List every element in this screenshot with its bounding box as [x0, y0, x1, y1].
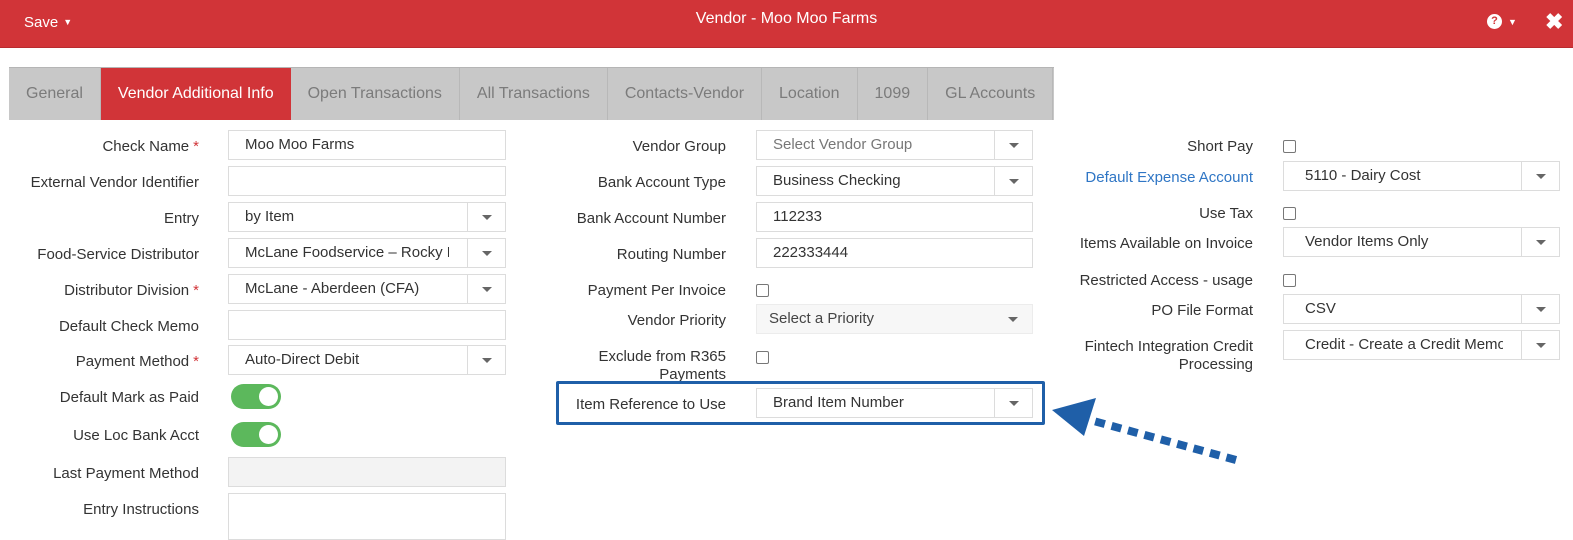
last-payment-method-input [228, 457, 506, 487]
chevron-down-icon [467, 346, 505, 374]
use-tax-label: Use Tax [1199, 205, 1253, 222]
tab-open-transactions[interactable]: Open Transactions [291, 68, 460, 120]
default-expense-account-link[interactable]: Default Expense Account [1060, 169, 1253, 187]
help-button[interactable]: ? ▼ [1487, 13, 1517, 31]
restricted-access-checkbox[interactable] [1283, 274, 1296, 287]
chevron-down-icon [994, 167, 1032, 195]
entry-select[interactable]: by Item [228, 202, 506, 232]
bank-account-type-value: Business Checking [773, 172, 901, 189]
entry-instructions-label: Entry Instructions [83, 501, 199, 518]
default-check-memo-label: Default Check Memo [58, 318, 199, 335]
fintech-integration-select[interactable]: Credit - Create a Credit Memo [1283, 330, 1560, 360]
po-file-format-value: CSV [1305, 300, 1336, 317]
food-service-distributor-select[interactable]: McLane Foodservice – Rocky Mountain [228, 238, 506, 268]
external-vendor-identifier-label: External Vendor Identifier [30, 174, 199, 191]
food-service-distributor-label: Food-Service Distributor [37, 246, 199, 263]
chevron-down-icon [1521, 295, 1559, 323]
vendor-priority-placeholder: Select a Priority [769, 310, 875, 327]
items-available-on-invoice-label: Items Available on Invoice [1079, 235, 1253, 252]
entry-instructions-textarea[interactable] [228, 493, 506, 540]
chevron-down-icon [467, 275, 505, 303]
routing-number-input[interactable]: 222333444 [756, 238, 1033, 268]
routing-number-label: Routing Number [616, 246, 726, 263]
po-file-format-label: PO File Format [1151, 302, 1253, 319]
last-payment-method-label: Last Payment Method [53, 465, 199, 482]
items-available-on-invoice-select[interactable]: Vendor Items Only [1283, 227, 1560, 257]
tab-location[interactable]: Location [762, 68, 858, 120]
fintech-integration-value: Credit - Create a Credit Memo [1305, 336, 1503, 353]
chevron-down-icon [1521, 228, 1559, 256]
tab-1099[interactable]: 1099 [858, 68, 929, 120]
tab-bar: General Vendor Additional Info Open Tran… [9, 67, 1054, 120]
short-pay-checkbox[interactable] [1283, 140, 1296, 153]
fintech-integration-label: Fintech Integration Credit Processing [1084, 338, 1253, 373]
tab-all-transactions[interactable]: All Transactions [460, 68, 608, 120]
entry-label: Entry [163, 210, 199, 227]
default-mark-as-paid-label: Default Mark as Paid [59, 389, 199, 406]
payment-per-invoice-label: Payment Per Invoice [587, 282, 726, 299]
exclude-from-r365-checkbox[interactable] [756, 351, 769, 364]
vendor-group-select[interactable]: Select Vendor Group [756, 130, 1033, 160]
chevron-down-icon [1521, 162, 1559, 190]
distributor-division-label: Distributor Division * [64, 282, 199, 299]
chevron-down-icon [1521, 331, 1559, 359]
chevron-down-icon [467, 203, 505, 231]
close-icon[interactable]: ✖ [1545, 9, 1563, 35]
tab-gl-accounts[interactable]: GL Accounts [928, 68, 1054, 120]
payment-method-label: Payment Method * [75, 353, 199, 370]
use-tax-checkbox[interactable] [1283, 207, 1296, 220]
restricted-access-label: Restricted Access - usage [1079, 272, 1253, 289]
chevron-down-icon [994, 305, 1032, 333]
chevron-down-icon: ▼ [1508, 16, 1517, 27]
window-title: Vendor - Moo Moo Farms [695, 10, 878, 27]
annotation-arrow-icon [1052, 398, 1238, 464]
payment-method-select[interactable]: Auto-Direct Debit [228, 345, 506, 375]
default-check-memo-input[interactable] [228, 310, 506, 340]
entry-value: by Item [245, 208, 295, 225]
default-expense-account-select[interactable]: 5110 - Dairy Cost [1283, 161, 1560, 191]
food-service-distributor-value: McLane Foodservice – Rocky Mountain [245, 244, 449, 261]
required-marker: * [193, 282, 199, 299]
tab-vendor-additional-info[interactable]: Vendor Additional Info [100, 68, 291, 120]
vendor-group-label: Vendor Group [632, 138, 726, 155]
use-loc-bank-acct-label: Use Loc Bank Acct [73, 427, 199, 444]
vendor-group-placeholder: Select Vendor Group [773, 136, 913, 153]
highlight-box [556, 381, 1045, 425]
tab-general[interactable]: General [9, 68, 101, 120]
bank-account-number-label: Bank Account Number [576, 210, 726, 227]
vendor-priority-label: Vendor Priority [627, 312, 726, 329]
use-loc-bank-acct-toggle[interactable] [231, 422, 281, 447]
toggle-knob [259, 425, 278, 444]
top-bar: Save ▼ Vendor - Moo Moo Farms ? ▼ ✖ [0, 0, 1573, 48]
chevron-down-icon [994, 131, 1032, 159]
tab-contacts-vendor[interactable]: Contacts-Vendor [608, 68, 763, 120]
check-name-label: Check Name * [102, 138, 199, 155]
payment-per-invoice-checkbox[interactable] [756, 284, 769, 297]
bank-account-number-input[interactable]: 112233 [756, 202, 1033, 232]
toggle-knob [259, 387, 278, 406]
bank-account-type-select[interactable]: Business Checking [756, 166, 1033, 196]
po-file-format-select[interactable]: CSV [1283, 294, 1560, 324]
items-available-on-invoice-value: Vendor Items Only [1305, 233, 1429, 250]
short-pay-label: Short Pay [1187, 138, 1253, 155]
chevron-down-icon [467, 239, 505, 267]
vendor-priority-select[interactable]: Select a Priority [756, 304, 1033, 334]
bank-account-type-label: Bank Account Type [597, 174, 726, 191]
default-mark-as-paid-toggle[interactable] [231, 384, 281, 409]
required-marker: * [193, 138, 199, 155]
check-name-input[interactable]: Moo Moo Farms [228, 130, 506, 160]
exclude-from-r365-label: Exclude from R365 Payments [598, 348, 726, 383]
distributor-division-select[interactable]: McLane - Aberdeen (CFA) [228, 274, 506, 304]
external-vendor-identifier-input[interactable] [228, 166, 506, 196]
distributor-division-value: McLane - Aberdeen (CFA) [245, 280, 420, 297]
required-marker: * [193, 353, 199, 370]
default-expense-account-value: 5110 - Dairy Cost [1305, 167, 1421, 184]
payment-method-value: Auto-Direct Debit [245, 351, 360, 368]
help-icon: ? [1487, 14, 1502, 30]
